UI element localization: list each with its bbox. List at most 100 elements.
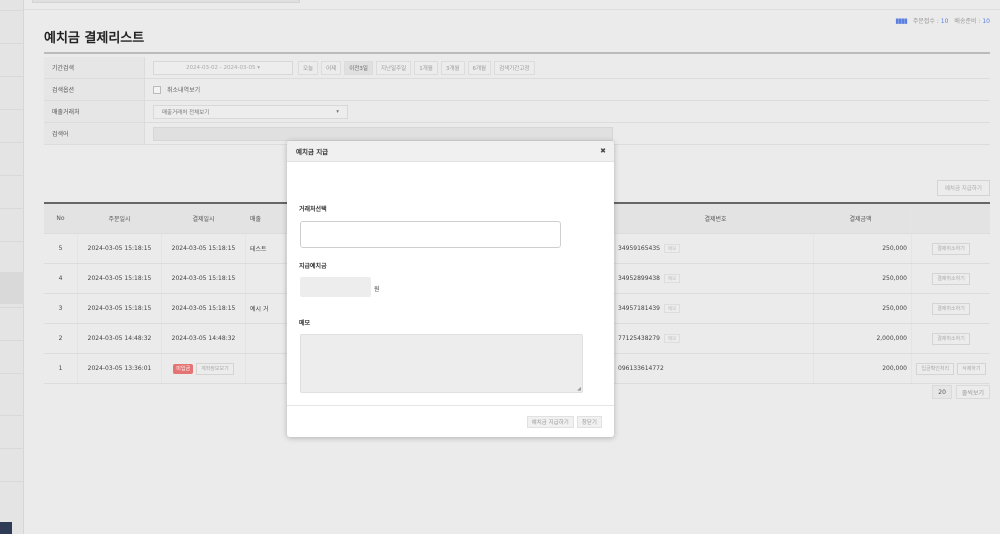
cell-order-time: 2024-03-05 14:48:32 [78, 324, 162, 353]
cell-store: 테스트 [246, 234, 286, 263]
cancel-history-checkbox[interactable] [153, 85, 161, 94]
col-pay-no: 결제번호 [616, 204, 814, 233]
store-select-label: 거래처선택 [299, 206, 327, 213]
cancel-payment-button[interactable]: 결제취소하기 [932, 332, 970, 345]
cell-no: 3 [44, 294, 78, 323]
cell-amount: 2,000,000 [814, 324, 912, 353]
cell-pay-no: 34957181439 메모 [616, 294, 814, 323]
close-modal-button[interactable]: 창닫기 [576, 415, 602, 428]
search-filter: 기간검색 2024-03-02 - 2024-03-05 ▾ 오늘 어제 이전3… [44, 57, 990, 145]
cancel-payment-button[interactable]: 결제취소하기 [932, 272, 970, 285]
account-info-button[interactable]: 계좌정보보기 [196, 362, 234, 375]
pay-no-text: 34952899438 [618, 275, 660, 282]
sidebar-divider [0, 241, 24, 242]
memo-textarea[interactable]: ◢ [300, 334, 583, 393]
quick-range-1month[interactable]: 1개월 [414, 60, 438, 75]
order-count[interactable]: 10 [941, 18, 949, 25]
keyword-input[interactable] [153, 126, 613, 141]
sidebar-divider [0, 175, 24, 176]
cell-pay-no: 77125438279 메모 [616, 324, 814, 353]
pay-no-text: 096133614772 [618, 365, 664, 372]
col-order-time: 주문일시 [78, 204, 162, 233]
sidebar-toggle-button[interactable] [0, 522, 12, 534]
quick-range-week[interactable]: 지난일주일 [375, 60, 412, 75]
cell-pay-time: 2024-03-05 15:18:15 [162, 234, 246, 263]
modal-header: 예치금 지급 ✖ [287, 141, 614, 162]
cell-pay-time: 2024-03-05 14:48:32 [162, 324, 246, 353]
cell-pay-status: 미입금 계좌정보보기 [162, 354, 246, 383]
rows-view-button[interactable]: 줄씩보기 [955, 385, 990, 399]
pay-no-text: 3495916543S [618, 245, 660, 252]
quick-range-3months[interactable]: 3개월 [440, 60, 465, 75]
col-actions [912, 204, 990, 233]
submit-deposit-button[interactable]: 예치금 지급하기 [526, 415, 574, 428]
grid-view-icon[interactable]: ▮▮▮▮ [895, 17, 907, 25]
delete-button[interactable]: 삭제하기 [957, 362, 986, 375]
order-summary: ▮▮▮▮ 주문접수 : 10 배송준비 : 10 [895, 16, 990, 26]
col-pay-time: 결제일시 [162, 204, 246, 233]
cell-store: 예시 거 [246, 294, 286, 323]
cell-pay-time: 2024-03-05 15:18:15 [162, 264, 246, 293]
unpaid-badge: 미입금 [173, 363, 194, 374]
confirm-deposit-button[interactable]: 입금확인처리 [916, 362, 955, 375]
sidebar-divider [0, 307, 24, 308]
cancel-payment-button[interactable]: 결제취소하기 [932, 242, 970, 255]
top-tab[interactable] [32, 0, 300, 3]
keyword-label: 검색어 [44, 123, 145, 144]
cell-amount: 200,000 [814, 354, 912, 383]
filter-row-seller: 매출거래처 매출거래처 전체보기 ▾ [44, 101, 990, 123]
resize-handle-icon[interactable]: ◢ [577, 386, 581, 392]
left-sidebar [0, 0, 24, 534]
cell-order-time: 2024-03-05 15:18:15 [78, 264, 162, 293]
close-icon[interactable]: ✖ [600, 147, 606, 155]
sidebar-divider [0, 142, 24, 143]
period-label: 기간검색 [44, 57, 145, 78]
pay-deposit-button[interactable]: 예치금 지급하기 [936, 180, 990, 196]
memo-label: 메모 [299, 320, 311, 327]
memo-tag[interactable]: 메모 [664, 334, 681, 343]
cell-pay-no: 3495916543S 메모 [616, 234, 814, 263]
col-no: No [44, 204, 78, 233]
modal-title: 예치금 지급 [296, 148, 329, 156]
sidebar-divider [0, 481, 24, 482]
cell-store [246, 264, 286, 293]
cell-pay-time: 2024-03-05 15:18:15 [162, 294, 246, 323]
pay-no-text: 34957181439 [618, 305, 660, 312]
currency-label: 원 [374, 286, 380, 293]
sidebar-divider [0, 43, 24, 44]
quick-range-3days[interactable]: 이전3일 [344, 60, 373, 75]
cancel-payment-button[interactable]: 결제취소하기 [932, 302, 970, 315]
sidebar-divider [0, 415, 24, 416]
page-title: 예치금 결제리스트 [44, 31, 145, 46]
deposit-amount-input[interactable] [300, 277, 371, 297]
fix-period-button[interactable]: 검색기간고정 [494, 60, 535, 75]
cell-no: 5 [44, 234, 78, 263]
quick-range-6months[interactable]: 6개월 [467, 60, 492, 75]
sidebar-divider [0, 340, 24, 341]
cell-pay-no: 34952899438 메모 [616, 264, 814, 293]
cell-store [246, 324, 286, 353]
sidebar-divider [0, 10, 24, 11]
sidebar-divider [0, 448, 24, 449]
memo-tag[interactable]: 메모 [663, 244, 681, 253]
filter-row-period: 기간검색 2024-03-02 - 2024-03-05 ▾ 오늘 어제 이전3… [44, 57, 990, 79]
seller-select[interactable]: 매출거래처 전체보기 ▾ [153, 104, 348, 119]
memo-tag[interactable]: 메모 [664, 304, 681, 313]
store-select-input[interactable] [300, 221, 561, 248]
quick-range-today[interactable]: 오늘 [298, 60, 319, 75]
chevron-down-icon: ▾ [257, 64, 260, 71]
date-range-picker[interactable]: 2024-03-02 - 2024-03-05 ▾ [153, 60, 293, 75]
sidebar-divider [0, 76, 24, 77]
memo-tag[interactable]: 메모 [664, 274, 681, 283]
cell-amount: 250,000 [814, 264, 912, 293]
quick-range-yesterday[interactable]: 어제 [321, 60, 342, 75]
top-bar [24, 0, 1000, 10]
pagination: 20 줄씩보기 [932, 385, 990, 399]
cell-order-time: 2024-03-05 13:36:01 [78, 354, 162, 383]
option-label: 검색옵션 [44, 79, 145, 100]
cell-amount: 250,000 [814, 234, 912, 263]
per-page-select[interactable]: 20 [932, 385, 952, 399]
sidebar-item-active[interactable] [0, 272, 24, 304]
cell-no: 2 [44, 324, 78, 353]
delivery-count[interactable]: 10 [982, 18, 990, 25]
